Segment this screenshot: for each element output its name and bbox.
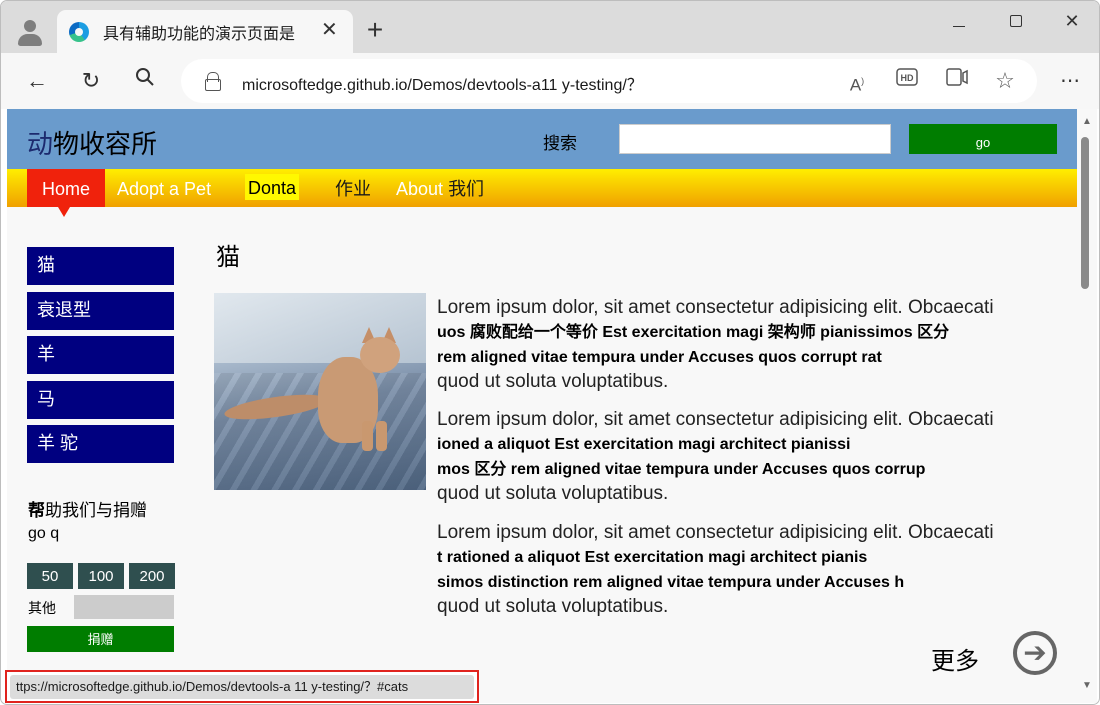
amount-100-button[interactable]: 100 bbox=[78, 563, 124, 589]
other-amount-input[interactable] bbox=[74, 595, 174, 619]
content-paragraph: Lorem ipsum dolor, sit amet consectetur … bbox=[437, 522, 994, 617]
page-heading: 猫 bbox=[216, 244, 240, 271]
content-paragraph: Lorem ipsum dolor, sit amet consectetur … bbox=[437, 297, 994, 392]
status-bar-url: ttps://microsoftedge.github.io/Demos/dev… bbox=[10, 675, 474, 699]
site-title: 动物收容所 bbox=[27, 129, 158, 159]
edge-favicon-icon bbox=[69, 22, 89, 42]
scroll-down-icon[interactable]: ▼ bbox=[1081, 681, 1093, 691]
tab-strip: 具有辅助功能的演示页面是 ✕ + ✕ bbox=[1, 1, 1099, 53]
immersive-reader-icon[interactable] bbox=[943, 67, 971, 95]
donate-heading: 帮助我们与捐赠 bbox=[28, 501, 147, 520]
lock-icon[interactable] bbox=[205, 72, 221, 91]
browser-toolbar: ← ↻ microsoftedge.github.io/Demos/devtoo… bbox=[1, 53, 1099, 109]
go-button[interactable]: go bbox=[909, 124, 1057, 154]
nav-home[interactable]: Home bbox=[27, 169, 105, 217]
search-icon[interactable] bbox=[129, 65, 161, 97]
read-aloud-icon[interactable]: A) bbox=[843, 67, 871, 95]
more-link[interactable]: 更多 bbox=[931, 641, 979, 676]
nav-jobs[interactable]: 作业 bbox=[335, 169, 371, 207]
more-icon[interactable]: ⋯ bbox=[1054, 65, 1086, 97]
minimize-button[interactable] bbox=[936, 11, 982, 35]
maximize-button[interactable] bbox=[993, 11, 1039, 35]
address-url[interactable]: microsoftedge.github.io/Demos/devtools-a… bbox=[242, 71, 643, 95]
refresh-icon[interactable]: ↻ bbox=[75, 65, 107, 97]
nav-donate[interactable]: Donta bbox=[245, 174, 300, 200]
scrollbar-thumb[interactable] bbox=[1081, 137, 1089, 289]
browser-tab[interactable]: 具有辅助功能的演示页面是 ✕ bbox=[57, 10, 353, 53]
favorite-star-icon[interactable]: ☆ bbox=[991, 67, 1019, 95]
site-nav: Home Adopt a Pet Donta 作业 About 我们 bbox=[7, 169, 1077, 217]
cat-photo bbox=[214, 293, 426, 490]
site-header: 动物收容所 搜索 go bbox=[7, 109, 1077, 169]
nav-about-us[interactable]: About 我们 bbox=[396, 169, 484, 207]
sidebar-item-sheep[interactable]: 羊 bbox=[27, 336, 174, 374]
arrow-right-circle-icon[interactable]: ➔ bbox=[1013, 631, 1057, 675]
address-bar[interactable]: microsoftedge.github.io/Demos/devtools-a… bbox=[181, 59, 1037, 103]
sidebar-item-horses[interactable]: 马 bbox=[27, 381, 174, 419]
scroll-up-icon[interactable]: ▲ bbox=[1081, 117, 1093, 127]
hd-icon[interactable]: HD bbox=[893, 67, 921, 95]
search-input[interactable] bbox=[619, 124, 891, 154]
amount-200-button[interactable]: 200 bbox=[129, 563, 175, 589]
sidebar-item-alpacas[interactable]: 羊 驼 bbox=[27, 425, 174, 463]
donate-subtitle: go q bbox=[28, 525, 60, 542]
page-scrollbar[interactable]: ▲ ▼ bbox=[1077, 109, 1097, 703]
search-label: 搜索 bbox=[543, 134, 577, 153]
browser-window: 具有辅助功能的演示页面是 ✕ + ✕ ← ↻ microsoftedge.git… bbox=[0, 0, 1100, 705]
tab-title: 具有辅助功能的演示页面是 bbox=[103, 26, 296, 43]
nav-adopt-a-pet[interactable]: Adopt a Pet bbox=[117, 169, 211, 207]
donate-submit-button[interactable]: 捐赠 bbox=[27, 626, 174, 652]
svg-text:HD: HD bbox=[901, 73, 914, 83]
status-bar-highlight: ttps://microsoftedge.github.io/Demos/dev… bbox=[5, 670, 479, 703]
profile-icon[interactable] bbox=[13, 15, 47, 49]
new-tab-button[interactable]: + bbox=[361, 16, 389, 45]
sidebar-item-dogs[interactable]: 衰退型 bbox=[27, 292, 174, 330]
other-amount-label: 其他 bbox=[28, 600, 56, 616]
close-tab-icon[interactable]: ✕ bbox=[321, 20, 338, 40]
amount-50-button[interactable]: 50 bbox=[27, 563, 73, 589]
close-window-button[interactable]: ✕ bbox=[1049, 11, 1095, 35]
sidebar-item-cats[interactable]: 猫 bbox=[27, 247, 174, 285]
page-viewport: 动物收容所 搜索 go Home Adopt a Pet Donta 作业 Ab… bbox=[7, 109, 1077, 703]
back-icon[interactable]: ← bbox=[21, 65, 53, 97]
content-paragraph: Lorem ipsum dolor, sit amet consectetur … bbox=[437, 409, 994, 504]
